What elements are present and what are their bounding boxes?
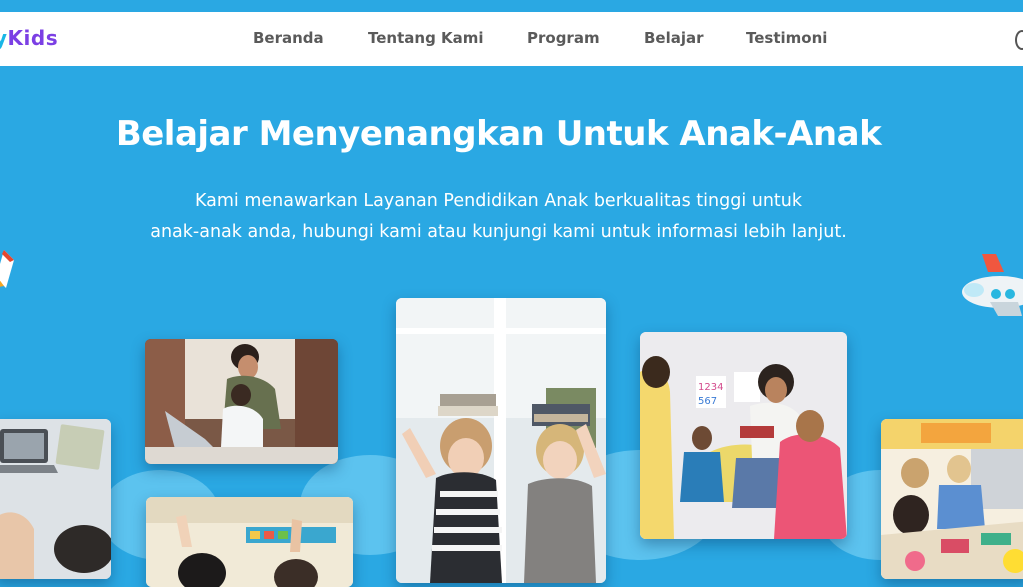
nav-item-tentang-kami[interactable]: Tentang Kami (368, 29, 484, 47)
photo-teacher-reading-circle: 1234 567 (640, 332, 847, 539)
hero-subtitle-line-2: anak-anak anda, hubungi kami atau kunjun… (150, 222, 847, 242)
nav-item-beranda[interactable]: Beranda (253, 29, 324, 47)
airplane-icon (962, 254, 1023, 316)
top-strip (0, 0, 1023, 12)
nav-edge-icon[interactable] (1015, 30, 1023, 50)
photo-kids-books-on-heads (396, 298, 606, 583)
navbar: yKids Beranda Tentang Kami Program Belaj… (0, 12, 1023, 66)
hero-subtitle-line-1: Kami menawarkan Layanan Pendidikan Anak … (194, 191, 803, 211)
photo-parent-child-laptop (145, 339, 338, 464)
nav-item-testimoni[interactable]: Testimoni (746, 29, 827, 47)
nav-item-program[interactable]: Program (527, 29, 600, 47)
svg-text:567: 567 (698, 396, 717, 407)
hero-title: Belajar Menyenangkan Untuk Anak-Anak (115, 114, 882, 154)
logo-part-1: y (0, 26, 8, 50)
nav-item-belajar[interactable]: Belajar (644, 29, 704, 47)
photo-kids-craft-table (881, 419, 1023, 579)
photo-classroom-hands-raised (146, 497, 353, 587)
logo-part-2: Kids (7, 26, 59, 50)
hero-subtitle: Kami menawarkan Layanan Pendidikan Anak … (90, 186, 907, 248)
brand-logo[interactable]: yKids (0, 26, 58, 50)
rocket-icon (0, 250, 14, 288)
svg-text:1234: 1234 (698, 382, 723, 393)
photo-laptop-desk (0, 419, 111, 579)
